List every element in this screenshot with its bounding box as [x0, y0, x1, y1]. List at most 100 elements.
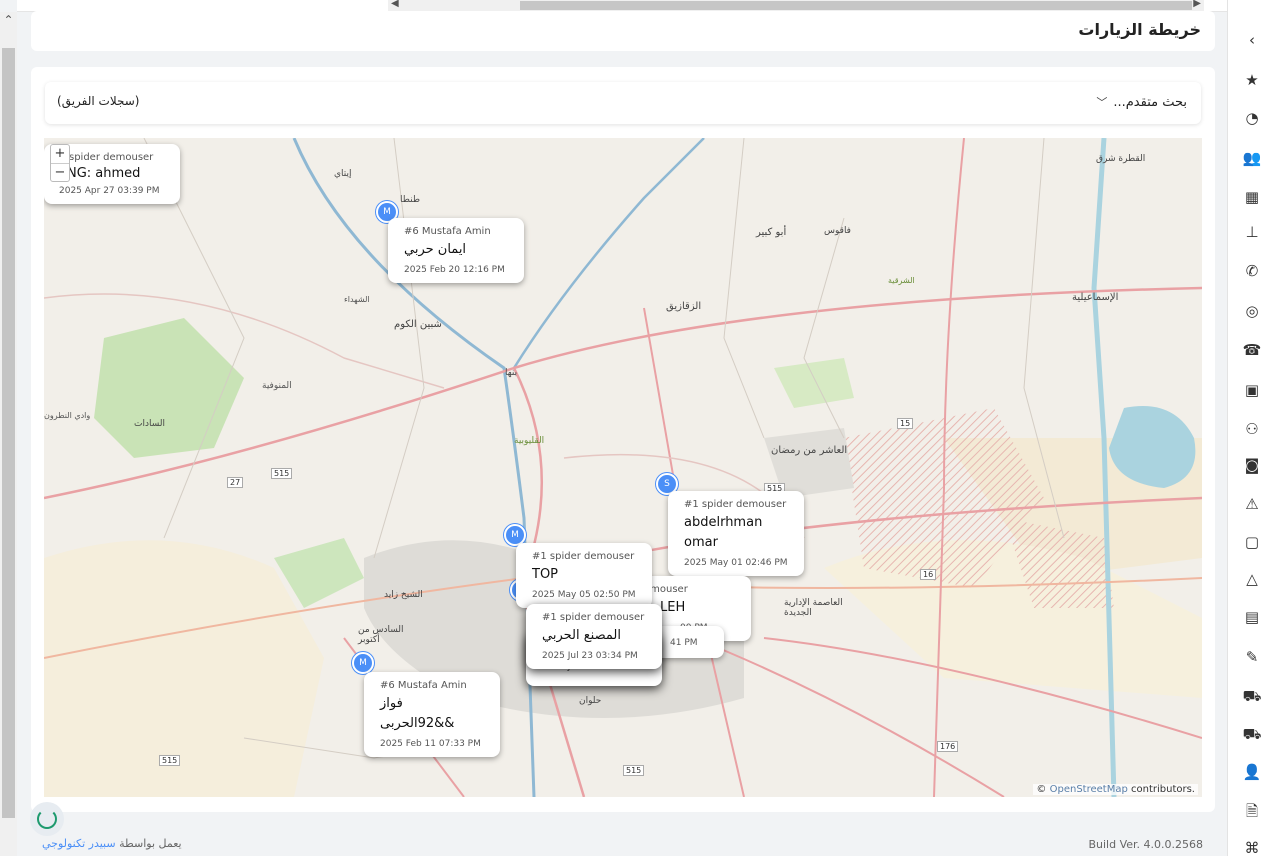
place-label: الإسماعيلية	[1072, 292, 1119, 303]
dashboard-icon[interactable]: ◔	[1242, 108, 1262, 128]
place-label: فاقوس	[824, 226, 851, 236]
building-icon[interactable]: ▦	[1242, 187, 1262, 207]
scroll-left-icon[interactable]: ◀	[391, 0, 399, 9]
openstreetmap-link[interactable]: OpenStreetMap	[1050, 784, 1128, 795]
visit-marker[interactable]: M	[352, 652, 374, 674]
visit-popup[interactable]: #1 spider demouser abdelrhman omar 2025 …	[668, 491, 804, 576]
road-number: 515	[159, 755, 181, 766]
place-label: العاصمة الإدارية الجديدة	[784, 598, 843, 618]
place-label: الشرقية	[888, 276, 915, 285]
popup-user: #1 spider demouser	[684, 499, 787, 510]
warning-icon[interactable]: ⚠	[1242, 494, 1262, 514]
place-label: القليوبية	[514, 436, 545, 446]
zoom-out-button[interactable]: −	[51, 163, 69, 181]
right-sidebar: ‹ ★ ◔ 👥 ▦ ⊥ ✆ ◎ ☎ ▣ ⚇ ◙ ⚠ ▢ △ ▤ ✎ ⛟ ⛟ 👤 …	[1227, 0, 1273, 856]
camera-icon[interactable]: ◙	[1242, 455, 1262, 475]
popup-user: emouser	[644, 584, 688, 595]
popup-user: #1 spider demouser	[542, 612, 645, 623]
page-title: خريطة الزيارات	[1078, 20, 1201, 39]
vertical-scroll-thumb[interactable]	[2, 48, 15, 818]
loading-spinner	[30, 802, 64, 836]
advanced-search-label: بحث متقدم...	[1113, 94, 1187, 110]
video-icon[interactable]: ▢	[1242, 532, 1262, 552]
popup-user: spider demouser	[69, 152, 154, 163]
visits-map[interactable]: + − الإسماعيلية القطرة شرق الزقازيق العا…	[44, 138, 1202, 797]
popup-user: #6 Mustafa Amin	[404, 226, 491, 237]
stamp-icon[interactable]: ⊥	[1242, 222, 1262, 242]
popup-date: 2025 Apr 27 03:39 PM	[59, 186, 160, 196]
team-icon[interactable]: ⚇	[1242, 419, 1262, 439]
brand-link[interactable]: سبيدر تكنولوجي	[42, 837, 116, 850]
popup-date: 2025 Jul 23 03:34 PM	[542, 651, 638, 661]
powered-by: يعمل بواسطة سبيدر تكنولوجي	[42, 837, 182, 850]
place-label: طنطا	[400, 195, 421, 205]
place-label: السادات	[134, 419, 165, 429]
phone-icon[interactable]: ✆	[1242, 261, 1262, 281]
chevron-down-icon: ﹀	[1096, 96, 1108, 109]
filter-bar[interactable]: بحث متقدم... ﹀ (سجلات الفريق)	[45, 82, 1201, 124]
place-label: المنوفية	[262, 381, 292, 391]
map-base-layer	[44, 138, 1202, 797]
advanced-search-toggle[interactable]: بحث متقدم... ﹀	[1096, 94, 1187, 110]
popup-visit-name: abdelrhman omar	[684, 515, 763, 550]
zoom-control[interactable]: + −	[50, 144, 70, 182]
user-icon[interactable]: 👤	[1242, 762, 1262, 782]
attribution-suffix: contributors.	[1131, 784, 1195, 795]
users-icon[interactable]: 👥	[1242, 148, 1262, 168]
mountain-icon[interactable]: △	[1242, 569, 1262, 589]
popup-date: 2025 Feb 20 12:16 PM	[404, 265, 505, 275]
calendar-settings-icon[interactable]: ▣	[1242, 380, 1262, 400]
visit-popup[interactable]: #1 spider demouser المصنع الحربي 2025 Ju…	[526, 604, 662, 669]
popup-user: #1 spider demouser	[532, 551, 635, 562]
place-label: وادي النطرون	[44, 411, 91, 420]
popup-visit-name: NG: ahmed	[67, 166, 141, 181]
place-label: الشهداء	[344, 295, 370, 304]
team-records-label: (سجلات الفريق)	[57, 94, 140, 108]
popup-visit-name: ايمان حربي	[404, 242, 467, 257]
star-icon[interactable]: ★	[1242, 70, 1262, 90]
pen-icon[interactable]: ✎	[1242, 647, 1262, 667]
popup-date: 2025 May 01 02:46 PM	[684, 558, 788, 568]
scroll-up-icon[interactable]: ⌃	[0, 12, 17, 29]
vertical-scrollbar[interactable]: ⌃	[0, 12, 17, 856]
popup-visit-name: المصنع الحربي	[542, 628, 621, 643]
telephone-icon[interactable]: ☎	[1242, 340, 1262, 360]
place-label: حلوان	[579, 696, 602, 706]
build-version: Build Ver. 4.0.0.2568	[1088, 838, 1203, 851]
scroll-right-icon[interactable]: ▶	[1193, 0, 1201, 9]
delivery-icon[interactable]: ⛟	[1242, 724, 1262, 744]
popup-visit-name: فواز 92الحربى&&	[380, 696, 455, 731]
visit-popup[interactable]: #1 spider demouser TOP 2025 May 05 02:50…	[516, 543, 652, 608]
road-number: 176	[937, 741, 959, 752]
place-label: الزقازيق	[666, 301, 702, 312]
location-icon[interactable]: ◎	[1242, 301, 1262, 321]
road-number: 515	[623, 765, 645, 776]
place-label: بنها	[505, 368, 518, 378]
popup-date: 2025 May 05 02:50 PM	[532, 590, 636, 600]
visit-popup[interactable]: #6 Mustafa Amin فواز 92الحربى&& 2025 Feb…	[364, 672, 500, 757]
visit-popup[interactable]: #6 Mustafa Amin ايمان حربي 2025 Feb 20 1…	[388, 218, 524, 283]
horizontal-scrollbar[interactable]: ◀ ▶	[388, 0, 1204, 11]
add-document-icon[interactable]: 🗎	[1242, 801, 1262, 821]
place-label: السادس من أكتوبر	[358, 625, 404, 645]
popup-visit-name: TOP	[532, 567, 559, 582]
road-number: 515	[271, 468, 293, 479]
powered-by-label: يعمل بواسطة	[119, 837, 182, 850]
place-label: الشيخ زايد	[384, 590, 423, 600]
tag-icon[interactable]: ⌘	[1242, 838, 1262, 856]
place-label: العاشر من رمضان	[771, 445, 848, 456]
place-label: شبين الكوم	[394, 319, 442, 330]
truck-icon[interactable]: ⛟	[1242, 686, 1262, 706]
road-number: 16	[920, 569, 937, 580]
chevron-left-icon[interactable]: ‹	[1242, 30, 1262, 50]
popup-date: 2025 Feb 11 07:33 PM	[380, 739, 481, 749]
invoice-icon[interactable]: ▤	[1242, 607, 1262, 627]
place-label: أبو كبير	[756, 227, 787, 238]
copyright-sign: ©	[1036, 784, 1047, 795]
horizontal-scroll-thumb[interactable]	[520, 1, 1192, 10]
popup-user: #6 Mustafa Amin	[380, 680, 467, 691]
map-attribution: © OpenStreetMap contributors.	[1033, 784, 1198, 795]
place-label: إيتاي	[334, 169, 352, 179]
spinner-icon	[37, 809, 57, 829]
zoom-in-button[interactable]: +	[51, 145, 69, 163]
